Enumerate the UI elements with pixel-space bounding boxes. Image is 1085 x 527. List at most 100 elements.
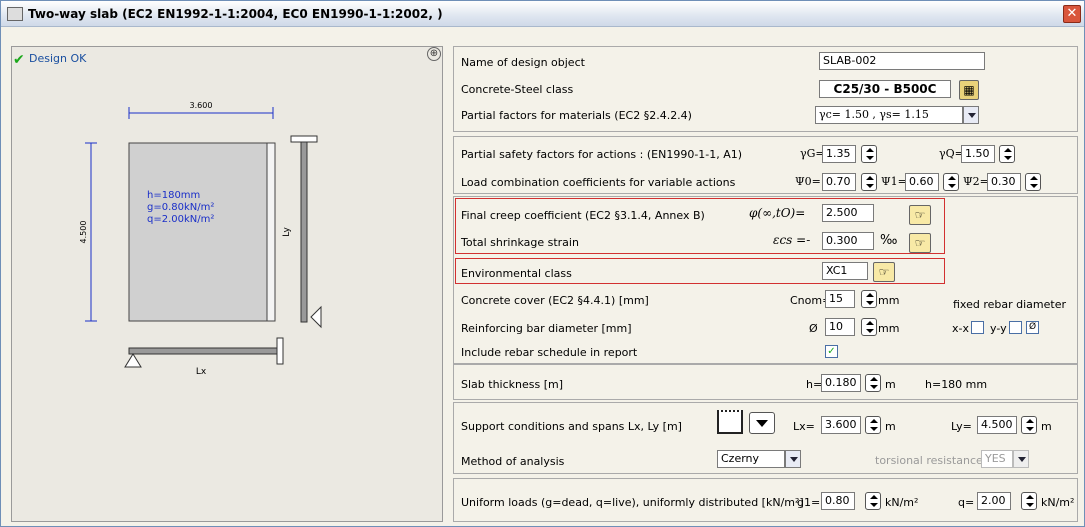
psi-label: Load combination coefficients for variab… bbox=[461, 176, 736, 189]
env-calc-icon[interactable]: ☞ bbox=[873, 262, 895, 282]
creep-label: Final creep coefficient (EC2 §3.1.4, Ann… bbox=[461, 209, 705, 222]
slab-prop-q: q=2.00kN/m² bbox=[147, 214, 214, 225]
support-dropdown[interactable] bbox=[749, 412, 775, 434]
method-select[interactable]: Czerny bbox=[717, 450, 785, 468]
psi0-spinner[interactable] bbox=[861, 173, 877, 191]
ly-spinner[interactable] bbox=[1021, 416, 1037, 434]
chevron-down-icon[interactable] bbox=[1013, 450, 1029, 468]
bar-input[interactable]: 10 bbox=[825, 318, 855, 336]
gG-input[interactable]: 1.35 bbox=[822, 145, 856, 163]
support-label: Support conditions and spans Lx, Ly [m] bbox=[461, 420, 682, 433]
schedule-label: Include rebar schedule in report bbox=[461, 346, 638, 359]
pf-mat-select[interactable]: γc= 1.50 , γs= 1.15 bbox=[815, 106, 963, 124]
class-value[interactable]: C25/30 - B500C bbox=[819, 80, 951, 98]
ly-beam-clamp bbox=[290, 135, 318, 143]
psi2-input[interactable]: 0.30 bbox=[987, 173, 1021, 191]
creep-input[interactable]: 2.500 bbox=[822, 204, 874, 222]
cover-label: Concrete cover (EC2 §4.4.1) [mm] bbox=[461, 294, 649, 307]
g1-unit: kN/m² bbox=[885, 496, 919, 509]
slab-plate bbox=[128, 142, 274, 322]
pf-act-label: Partial safety factors for actions : (EN… bbox=[461, 148, 743, 161]
ly-beam-support bbox=[310, 305, 322, 329]
method-label: Method of analysis bbox=[461, 455, 565, 468]
shrink-symbol: εcs =- bbox=[773, 233, 811, 247]
xx-label: x-x bbox=[952, 322, 969, 335]
shrink-unit: ‰ bbox=[880, 233, 898, 248]
ly-beam bbox=[300, 141, 308, 323]
material-edit-icon[interactable]: ▦ bbox=[959, 80, 979, 100]
psi1-spinner[interactable] bbox=[943, 173, 959, 191]
xx-checkbox[interactable] bbox=[971, 321, 984, 334]
thickness-label: Slab thickness [m] bbox=[461, 378, 564, 391]
lx-beam bbox=[128, 347, 278, 355]
ly-label: Ly= bbox=[951, 420, 972, 433]
torsional-label: torsional resistance bbox=[875, 454, 983, 467]
cover-spinner[interactable] bbox=[861, 290, 877, 308]
slab-sketch: 3.600 4.500 h=180mm g=0.80kN/m² q=2.00kN… bbox=[79, 101, 322, 377]
class-label: Concrete-Steel class bbox=[461, 83, 574, 96]
cover-unit: mm bbox=[878, 294, 900, 307]
q-unit: kN/m² bbox=[1041, 496, 1075, 509]
cover-input[interactable]: 15 bbox=[825, 290, 855, 308]
lx-label: Lx= bbox=[793, 420, 815, 433]
gG-spinner[interactable] bbox=[861, 145, 877, 163]
lx-beam-clamp bbox=[276, 337, 284, 365]
psi2-spinner[interactable] bbox=[1025, 173, 1041, 191]
env-label: Environmental class bbox=[461, 267, 572, 280]
loads-label: Uniform loads (g=dead, q=live), uniforml… bbox=[461, 496, 804, 509]
ly-dimension-label: 4.500 bbox=[79, 221, 88, 244]
psi1-input[interactable]: 0.60 bbox=[905, 173, 939, 191]
psi0-label: Ψ0= bbox=[795, 175, 821, 188]
lx-beam-support bbox=[124, 353, 142, 368]
env-input[interactable]: XC1 bbox=[822, 262, 868, 280]
phi-icon[interactable]: Ø bbox=[1026, 321, 1039, 334]
g1-label: g1= bbox=[797, 496, 821, 509]
ly-input[interactable]: 4.500 bbox=[977, 416, 1017, 434]
h-spinner[interactable] bbox=[865, 374, 881, 392]
shrink-input[interactable]: 0.300 bbox=[822, 232, 874, 250]
g1-input[interactable]: 0.80 bbox=[821, 492, 855, 510]
lx-input[interactable]: 3.600 bbox=[821, 416, 861, 434]
torsional-select[interactable]: YES bbox=[981, 450, 1013, 468]
slab-edge bbox=[266, 142, 276, 322]
q-spinner[interactable] bbox=[1021, 492, 1037, 510]
q-label: q= bbox=[958, 496, 975, 509]
close-button[interactable]: ✕ bbox=[1063, 5, 1081, 23]
h-input[interactable]: 0.180 bbox=[821, 374, 861, 392]
shrink-label: Total shrinkage strain bbox=[461, 236, 579, 249]
ly-unit: m bbox=[1041, 420, 1052, 433]
lx-beam-label: Lx bbox=[196, 367, 207, 377]
bar-symbol: Ø bbox=[809, 322, 818, 335]
lx-unit: m bbox=[885, 420, 896, 433]
gQ-input[interactable]: 1.50 bbox=[961, 145, 995, 163]
schedule-checkbox[interactable]: ✓ bbox=[825, 345, 838, 358]
slab-prop-h: h=180mm bbox=[147, 190, 200, 201]
h-unit: m bbox=[885, 378, 896, 391]
slab-prop-g: g=0.80kN/m² bbox=[147, 202, 214, 213]
creep-symbol: φ(∞,tO)= bbox=[749, 206, 806, 220]
yy-label: y-y bbox=[990, 322, 1007, 335]
psi2-label: Ψ2= bbox=[963, 175, 989, 188]
psi0-input[interactable]: 0.70 bbox=[822, 173, 856, 191]
bar-unit: mm bbox=[878, 322, 900, 335]
gG-label: γG= bbox=[800, 147, 825, 160]
lx-spinner[interactable] bbox=[865, 416, 881, 434]
gQ-spinner[interactable] bbox=[999, 145, 1015, 163]
creep-calc-icon[interactable]: ☞ bbox=[909, 205, 931, 225]
chevron-down-icon[interactable] bbox=[785, 450, 801, 468]
chevron-down-icon[interactable] bbox=[963, 106, 979, 124]
support-condition-icon[interactable] bbox=[717, 410, 743, 434]
pf-mat-label: Partial factors for materials (EC2 §2.4.… bbox=[461, 109, 692, 122]
bar-dropdown[interactable] bbox=[861, 318, 877, 336]
dialog-window: Two-way slab (EC2 EN1992-1-1:2004, EC0 E… bbox=[0, 0, 1085, 527]
lx-dimension-label: 3.600 bbox=[190, 101, 213, 110]
h-label: h= bbox=[806, 378, 823, 391]
input-form: Name of design object SLAB-002 Concrete-… bbox=[453, 46, 1078, 522]
h-note: h=180 mm bbox=[925, 378, 988, 391]
q-input[interactable]: 2.00 bbox=[977, 492, 1011, 510]
yy-checkbox[interactable] bbox=[1009, 321, 1022, 334]
g1-spinner[interactable] bbox=[865, 492, 881, 510]
name-input[interactable]: SLAB-002 bbox=[819, 52, 985, 70]
shrink-calc-icon[interactable]: ☞ bbox=[909, 233, 931, 253]
name-label: Name of design object bbox=[461, 56, 585, 69]
